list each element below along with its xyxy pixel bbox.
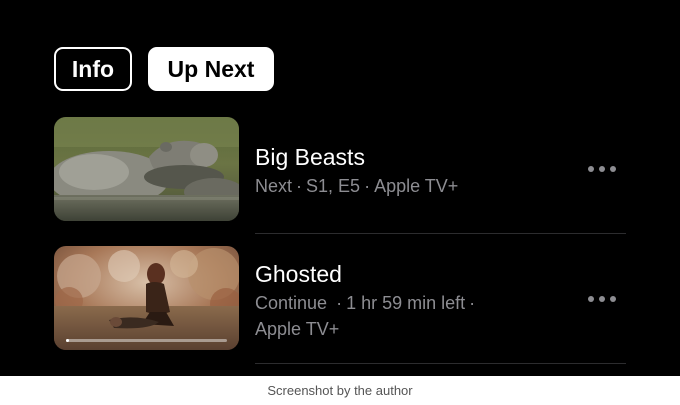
progress-bar [66, 339, 227, 342]
list-item[interactable]: Ghosted Continue · 1 hr 59 min left · Apple… [54, 246, 626, 350]
item-title: Ghosted [255, 261, 342, 287]
item-time-left: 1 hr 59 min left [346, 293, 466, 313]
action-scene-explosion-image [54, 246, 239, 350]
item-meta: Next · S1, E5 · Apple TV+ [255, 173, 575, 199]
item-status: Continue [255, 293, 328, 313]
ellipsis-icon[interactable] [588, 162, 616, 176]
separator: · [296, 176, 303, 196]
tab-info[interactable]: Info [54, 47, 132, 91]
separator: · [364, 176, 371, 196]
progress-fill [66, 339, 70, 342]
item-status: Next [255, 176, 293, 196]
item-provider: Apple TV+ [374, 176, 459, 196]
image-caption: Screenshot by the author [267, 383, 413, 398]
ellipsis-icon[interactable] [588, 292, 616, 306]
item-provider: Apple TV+ [255, 319, 340, 339]
up-next-screen: Info Up Next Big Beasts Next · S1, E5 · … [0, 0, 680, 376]
item-meta: Continue · 1 hr 59 min left · Apple TV+ [255, 290, 575, 342]
thumbnail-ghosted[interactable] [54, 246, 239, 350]
tab-bar: Info Up Next [54, 47, 274, 91]
divider [255, 363, 626, 364]
thumbnail-big-beasts[interactable] [54, 117, 239, 221]
divider [255, 233, 626, 234]
tab-up-next[interactable]: Up Next [148, 47, 274, 91]
item-info: Big Beasts Next · S1, E5 · Apple TV+ [255, 143, 575, 199]
list-item[interactable]: Big Beasts Next · S1, E5 · Apple TV+ [54, 117, 626, 221]
item-title: Big Beasts [255, 144, 365, 170]
separator: · [469, 293, 476, 313]
separator: · [336, 293, 343, 313]
item-info: Ghosted Continue · 1 hr 59 min left · Apple… [255, 260, 575, 342]
item-episode: S1, E5 [306, 176, 361, 196]
hippo-in-water-image [54, 117, 239, 221]
